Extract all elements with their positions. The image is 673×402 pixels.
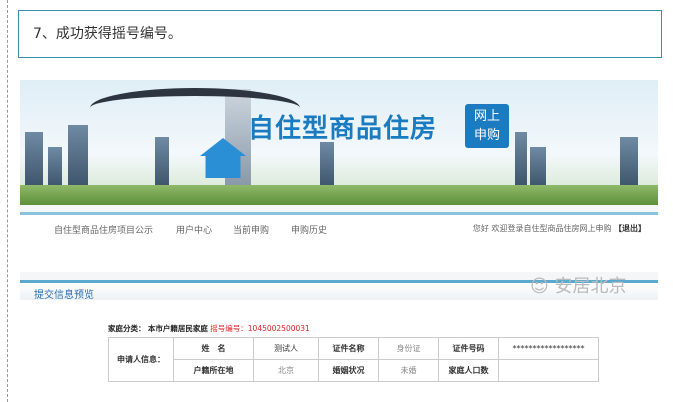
table-cell: 婚姻状况 xyxy=(318,359,379,382)
logout-link[interactable]: 【退出】 xyxy=(614,224,646,233)
badge-line2: 申购 xyxy=(473,128,500,143)
banner-title: 自住型商品住房 xyxy=(248,114,438,144)
lottery-label: 摇号编号： xyxy=(210,324,248,333)
table-cell: 证件号码 xyxy=(438,337,499,360)
applicant-table: 申请人信息： 姓 名 测试人 证件名称 身份证 证件号码 ***********… xyxy=(108,337,599,382)
family-value: 本市户籍居民家庭 xyxy=(147,324,208,333)
table-cell: 身份证 xyxy=(378,337,439,360)
step-caption: 7、成功获得摇号编号。 xyxy=(18,10,662,58)
family-label: 家庭分类： xyxy=(108,324,146,333)
table-cell: 证件名称 xyxy=(318,337,379,360)
table-cell: 未婚 xyxy=(378,359,439,382)
table-row: 申请人信息： 姓 名 测试人 证件名称 身份证 证件号码 ***********… xyxy=(108,337,599,382)
table-row: 户籍所在地 北京 婚姻状况 未婚 家庭人口数 xyxy=(109,359,599,382)
user-welcome: 您好 欢迎登录自住型商品住房网上申购 【退出】 xyxy=(473,223,646,234)
welcome-text: 您好 欢迎登录自住型商品住房网上申购 xyxy=(472,224,612,233)
screenshot-image: 自住型商品住房 网上申购 自住型商品住房项目公示 用户中心 当前申购 申购历史 … xyxy=(20,80,658,402)
watermark-text: 安居北京 xyxy=(554,276,627,297)
preview-content: 家庭分类： 本市户籍居民家庭 摇号编号：1045002500031 申请人信息：… xyxy=(20,300,658,402)
family-classification: 家庭分类： 本市户籍居民家庭 摇号编号：1045002500031 xyxy=(108,323,310,334)
table-cell: 户籍所在地 xyxy=(173,359,254,382)
table-cell: ****************** xyxy=(498,337,599,360)
nav-current-apply[interactable]: 当前申购 xyxy=(233,223,269,236)
dashed-divider xyxy=(7,0,8,402)
table-cell: 北京 xyxy=(253,359,319,382)
nav-user-center[interactable]: 用户中心 xyxy=(176,223,212,236)
table-cell: 家庭人口数 xyxy=(438,359,499,382)
nav-project-list[interactable]: 自住型商品住房项目公示 xyxy=(54,223,153,236)
main-nav: 自住型商品住房项目公示 用户中心 当前申购 申购历史 您好 欢迎登录自住型商品住… xyxy=(20,212,658,272)
table-cell: 姓 名 xyxy=(173,337,254,360)
table-cell: 测试人 xyxy=(253,337,319,360)
lottery-number: 1045002500031 xyxy=(247,324,310,333)
watermark: ☺ 安居北京 xyxy=(530,276,627,297)
badge-line1: 网上 xyxy=(473,109,500,124)
site-banner: 自住型商品住房 网上申购 xyxy=(20,80,658,205)
table-cell xyxy=(498,359,599,382)
banner-badge: 网上 申购 xyxy=(465,104,509,148)
nav-history[interactable]: 申购历史 xyxy=(291,223,327,236)
applicant-label: 申请人信息： xyxy=(108,337,174,382)
